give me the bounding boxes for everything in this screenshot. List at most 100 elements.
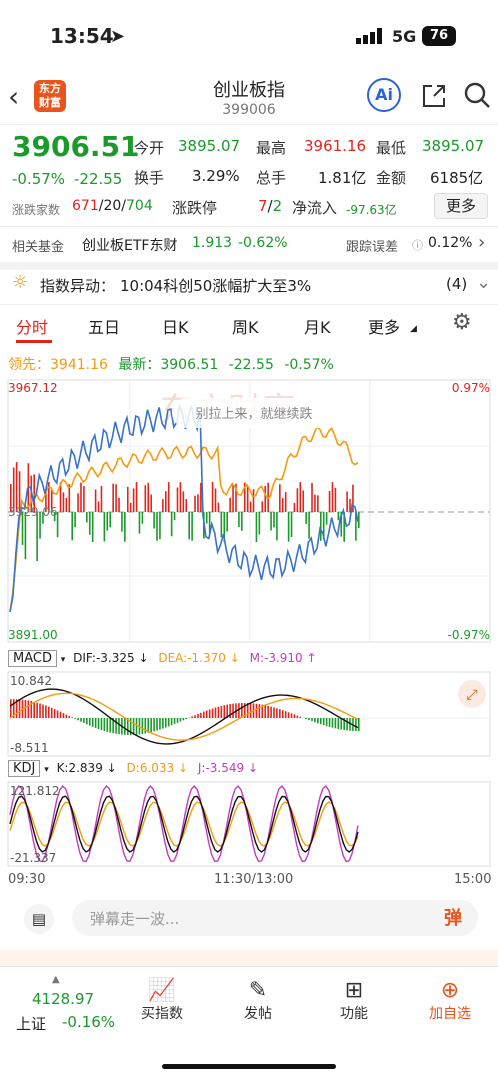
volume-bar xyxy=(91,512,94,542)
track-label: 跟踪误差 xyxy=(346,240,399,255)
volume-bar xyxy=(319,512,322,541)
volume-bar xyxy=(346,491,348,512)
volume-bar xyxy=(109,512,112,528)
macd-bar xyxy=(124,718,126,735)
plus-circle-icon: ⊕ xyxy=(440,978,460,1003)
volume-bar xyxy=(173,512,176,521)
ai-button[interactable]: Ai xyxy=(367,78,401,112)
volume-bar xyxy=(290,512,293,538)
kdj-caret-icon: ▾ xyxy=(44,765,49,775)
tab-daily-k[interactable]: 日K xyxy=(162,314,189,338)
home-indicator xyxy=(162,1064,336,1069)
search-icon[interactable] xyxy=(462,80,492,110)
nav-buy-index[interactable]: 📈 买指数 xyxy=(122,978,202,1023)
macd-legend: MACD ▾ DIF:-3.325 ↓ DEA:-1.370 ↓ M:-3.91… xyxy=(8,650,498,670)
volume-bar xyxy=(179,482,182,512)
volume-bar xyxy=(71,512,74,541)
volume-bar xyxy=(211,482,214,512)
kdj-bottom: -21.337 xyxy=(10,851,56,865)
macd-bar xyxy=(270,706,272,718)
high-label: 最高 xyxy=(256,139,287,157)
macd-bar xyxy=(276,708,278,718)
settings-gear-icon[interactable]: ⚙ xyxy=(452,310,472,335)
macd-bar xyxy=(164,718,167,728)
x-end: 15:00 xyxy=(454,872,492,887)
app-logo[interactable]: 东方财富 xyxy=(34,80,66,112)
macd-bar xyxy=(305,718,307,719)
chevron-down-icon[interactable]: ⌄ xyxy=(476,272,491,293)
tab-more[interactable]: 更多 xyxy=(368,314,400,338)
index-alert-row[interactable]: ☼ 指数异动： 10:04科创50涨幅扩大至3% (4) ⌄ xyxy=(0,270,498,300)
macd-bar xyxy=(153,718,155,732)
intraday-chart[interactable]: 东方财富 别拉上来，就继续跌 3967.12 0.97% 3929.06 389… xyxy=(0,376,498,646)
open-value: 3895.07 xyxy=(178,137,241,155)
volume-bar xyxy=(65,497,68,512)
nav-functions[interactable]: ⊞ 功能 xyxy=(314,978,394,1023)
macd-bar xyxy=(135,718,138,735)
danmu-toggle-icon[interactable]: ▤ xyxy=(24,904,54,934)
macd-bar xyxy=(328,718,331,727)
danmu-send-button[interactable]: 弹 xyxy=(444,904,462,930)
low-value: 3895.07 xyxy=(422,137,485,155)
macd-selector[interactable]: MACD xyxy=(8,650,57,667)
macd-bar xyxy=(322,718,325,726)
volume-bar xyxy=(264,485,267,512)
y-bottom-label: 3891.00 xyxy=(8,628,58,642)
macd-bar xyxy=(296,715,299,718)
volume-bar xyxy=(24,512,27,560)
kdj-selector[interactable]: KDJ xyxy=(8,760,41,777)
macd-bar xyxy=(194,715,196,718)
fund-name: 创业板ETF东财 xyxy=(82,238,178,254)
help-icon[interactable]: ⓘ xyxy=(412,237,423,253)
more-button[interactable]: 更多 xyxy=(434,193,488,219)
volume-bar xyxy=(83,486,85,512)
macd-bar xyxy=(287,712,290,718)
volume-bar xyxy=(138,512,141,534)
alert-text: 10:04科创50涨幅扩大至3% xyxy=(120,277,312,295)
high-value: 3961.16 xyxy=(304,137,367,155)
macd-bar xyxy=(132,718,135,735)
volume-bar xyxy=(88,512,91,535)
y-mid-label: 3929.06 xyxy=(8,505,58,519)
volume-bar xyxy=(308,512,310,539)
macd-bar xyxy=(71,717,74,718)
nav-add-watchlist[interactable]: ⊕ 加自选 xyxy=(410,978,490,1023)
danmu-bubble: 别拉上来，就继续跌 xyxy=(195,406,312,422)
volume-bar xyxy=(311,482,313,512)
volume-bar xyxy=(191,512,193,541)
tab-weekly-k[interactable]: 周K xyxy=(232,314,259,338)
macd-bar xyxy=(65,714,68,718)
tab-monthly-k[interactable]: 月K xyxy=(304,314,331,338)
volume-bar xyxy=(185,498,188,512)
volume-bar xyxy=(314,494,316,512)
volume-bar xyxy=(325,512,328,525)
status-bar: 13:54 ➤ 5G 76 xyxy=(0,0,498,70)
y-top-pct: 0.97% xyxy=(452,381,490,395)
tab-intraday[interactable]: 分时 xyxy=(16,314,48,338)
tab-five-day[interactable]: 五日 xyxy=(88,314,120,338)
kdj-chart[interactable]: 121.812 -21.337 xyxy=(0,780,498,868)
macd-chart[interactable]: 10.842 -8.511 ⤢ xyxy=(0,670,498,758)
volume-bar xyxy=(132,488,135,512)
related-fund-row[interactable]: 相关基金 创业板ETF东财 1.913 -0.62% 跟踪误差 ⓘ 0.12% … xyxy=(0,228,498,260)
volume-bar xyxy=(176,487,179,512)
nav-index-change[interactable]: -0.16% xyxy=(62,1013,115,1031)
location-arrow-icon: ➤ xyxy=(110,26,126,47)
nav-index-price[interactable]: 4128.97 xyxy=(32,990,94,1008)
macd-bar xyxy=(337,718,340,730)
macd-bar xyxy=(173,718,176,725)
danmu-input[interactable]: 弹幕走一波... 弹 xyxy=(72,900,478,936)
volume-bar xyxy=(77,493,79,512)
volume-bar xyxy=(273,512,275,528)
nav-post[interactable]: ✎ 发帖 xyxy=(218,978,298,1023)
back-icon[interactable]: ‹ xyxy=(8,80,19,113)
share-icon[interactable] xyxy=(420,82,448,110)
macd-bar xyxy=(62,713,65,718)
macd-bar xyxy=(48,706,50,718)
intraday-info: 领先：3941.16 最新：3906.51 -22.55 -0.57% xyxy=(8,357,334,373)
macd-bar xyxy=(45,705,47,718)
macd-bar xyxy=(170,718,173,726)
macd-bar xyxy=(214,707,217,718)
nav-index-name[interactable]: 上证 xyxy=(16,1013,46,1034)
edit-icon: ✎ xyxy=(248,978,268,1003)
